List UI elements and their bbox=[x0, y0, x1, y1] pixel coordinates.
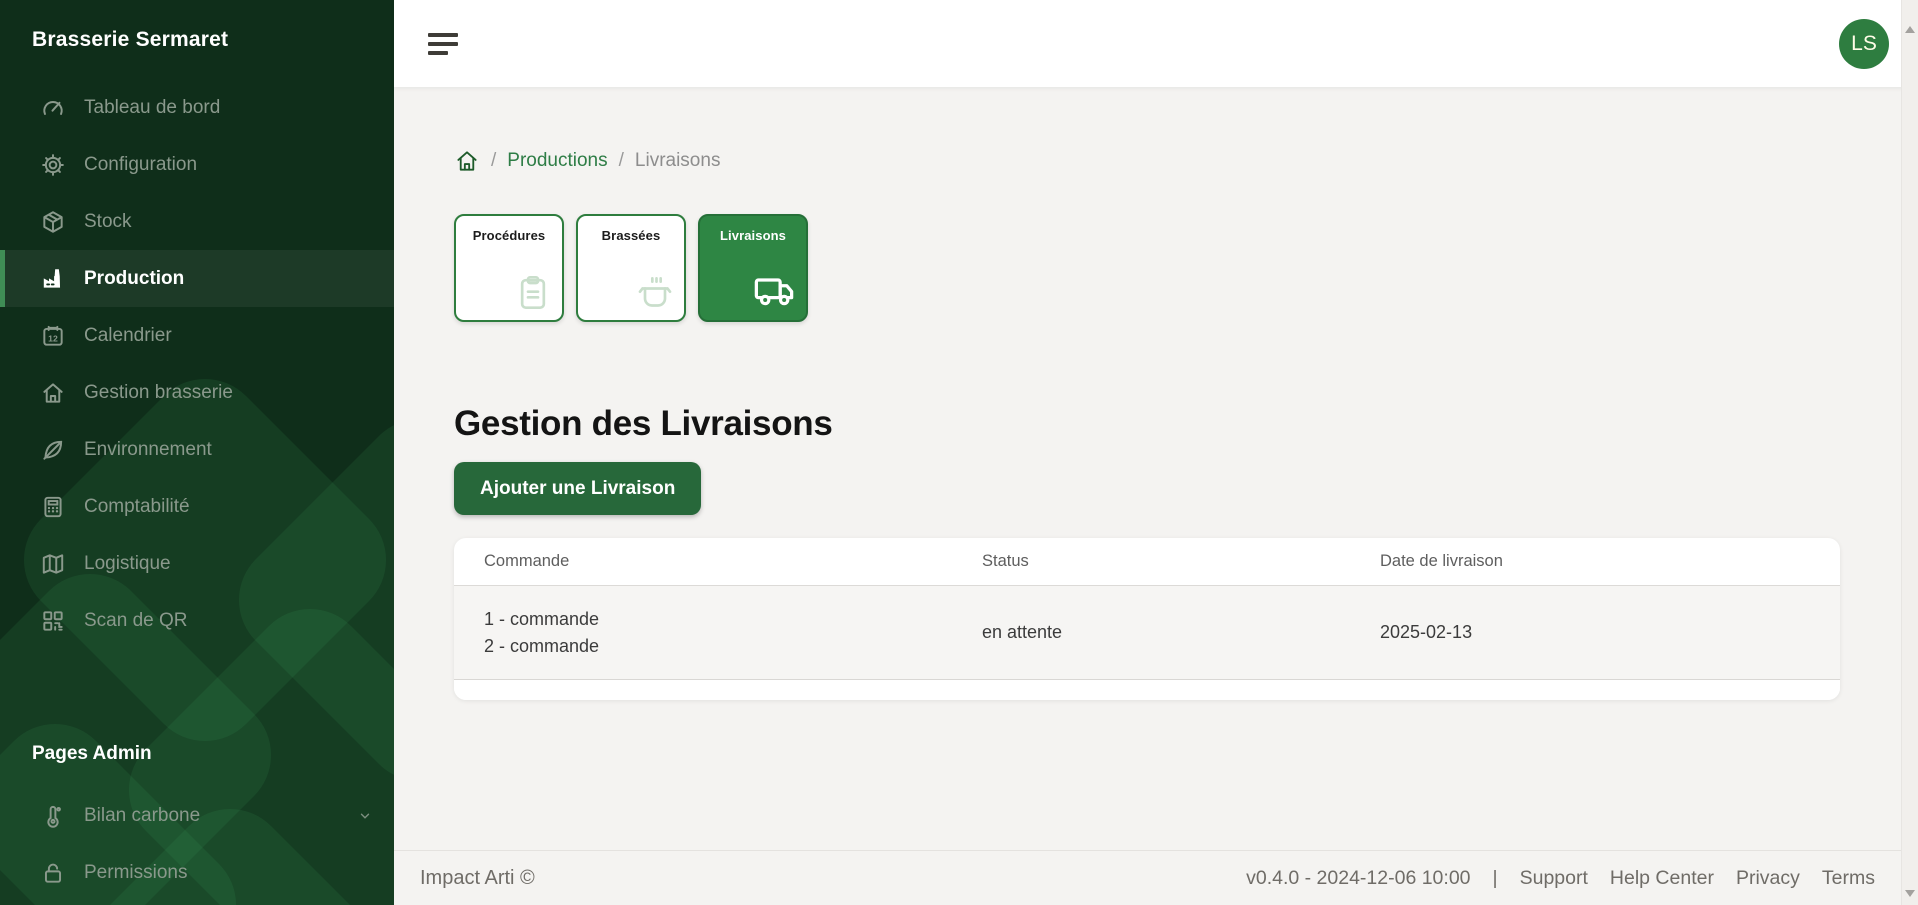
topbar: LS bbox=[394, 0, 1918, 87]
sidebar-admin-nav: Bilan carbone Permissions bbox=[0, 787, 394, 901]
page-scrollbar[interactable] bbox=[1901, 0, 1918, 905]
dashboard-icon bbox=[40, 95, 66, 121]
column-header-commande: Commande bbox=[454, 552, 982, 571]
sidebar-item-production[interactable]: Production bbox=[0, 250, 394, 307]
breadcrumb-productions[interactable]: Productions bbox=[507, 150, 607, 172]
footer-version: v0.4.0 - 2024-12-06 10:00 bbox=[1246, 867, 1470, 890]
scroll-down-icon[interactable] bbox=[1905, 890, 1915, 897]
svg-text:12: 12 bbox=[48, 333, 58, 343]
lock-icon bbox=[40, 860, 66, 886]
sidebar-item-bilan-carbone[interactable]: Bilan carbone bbox=[0, 787, 394, 844]
footer-link-support[interactable]: Support bbox=[1520, 867, 1588, 890]
commande-line: 2 - commande bbox=[484, 633, 982, 660]
leaf-icon bbox=[40, 437, 66, 463]
qr-icon bbox=[40, 608, 66, 634]
footer-separator: | bbox=[1493, 867, 1498, 890]
avatar[interactable]: LS bbox=[1839, 19, 1889, 69]
gear-icon bbox=[40, 152, 66, 178]
table-header-row: Commande Status Date de livraison bbox=[454, 538, 1840, 585]
column-header-date: Date de livraison bbox=[1380, 552, 1840, 571]
sidebar-item-label: Gestion brasserie bbox=[84, 382, 233, 404]
footer-link-privacy[interactable]: Privacy bbox=[1736, 867, 1800, 890]
factory-icon bbox=[40, 266, 66, 292]
sidebar-item-label: Comptabilité bbox=[84, 496, 190, 518]
sidebar-item-label: Permissions bbox=[84, 862, 187, 884]
sidebar-item-permissions[interactable]: Permissions bbox=[0, 844, 394, 901]
livraisons-table: Commande Status Date de livraison 1 - co… bbox=[454, 538, 1840, 700]
breadcrumb: / Productions / Livraisons bbox=[454, 148, 1840, 174]
app-title: Brasserie Sermaret bbox=[0, 0, 394, 52]
table-footer-strip bbox=[454, 680, 1840, 700]
sidebar-item-scan-de-qr[interactable]: Scan de QR bbox=[0, 592, 394, 649]
sidebar: Brasserie Sermaret Tableau de bord Con bbox=[0, 0, 394, 905]
sidebar-item-label: Bilan carbone bbox=[84, 805, 200, 827]
tab-livraisons[interactable]: Livraisons bbox=[698, 214, 808, 322]
sidebar-nav: Tableau de bord Configuration Stock bbox=[0, 79, 394, 649]
main-area: LS / Productions / Livraisons Procédures bbox=[394, 0, 1918, 905]
chevron-down-icon[interactable] bbox=[358, 809, 372, 823]
production-tabs: Procédures Brassées bbox=[454, 214, 1840, 322]
cell-status: en attente bbox=[982, 622, 1380, 643]
map-icon bbox=[40, 551, 66, 577]
table-row[interactable]: 1 - commande 2 - commande en attente 202… bbox=[454, 585, 1840, 680]
sidebar-item-label: Configuration bbox=[84, 154, 197, 176]
footer-link-help-center[interactable]: Help Center bbox=[1610, 867, 1714, 890]
sidebar-item-tableau-de-bord[interactable]: Tableau de bord bbox=[0, 79, 394, 136]
sidebar-item-gestion-brasserie[interactable]: Gestion brasserie bbox=[0, 364, 394, 421]
admin-section-title: Pages Admin bbox=[0, 743, 394, 765]
package-icon bbox=[40, 209, 66, 235]
tab-procedures[interactable]: Procédures bbox=[454, 214, 564, 322]
sidebar-item-label: Scan de QR bbox=[84, 610, 188, 632]
tab-label: Livraisons bbox=[700, 228, 806, 243]
pot-icon bbox=[635, 273, 675, 313]
tab-label: Brassées bbox=[578, 228, 684, 243]
commande-line: 1 - commande bbox=[484, 606, 982, 633]
sidebar-item-stock[interactable]: Stock bbox=[0, 193, 394, 250]
sidebar-item-calendrier[interactable]: 12 Calendrier bbox=[0, 307, 394, 364]
sidebar-item-label: Production bbox=[84, 268, 184, 290]
thermometer-icon bbox=[40, 803, 66, 829]
footer-brand: Impact Arti © bbox=[420, 867, 535, 890]
sidebar-item-configuration[interactable]: Configuration bbox=[0, 136, 394, 193]
cell-commande: 1 - commande 2 - commande bbox=[454, 606, 982, 660]
breadcrumb-separator: / bbox=[491, 150, 496, 172]
sidebar-item-label: Tableau de bord bbox=[84, 97, 220, 119]
add-livraison-button[interactable]: Ajouter une Livraison bbox=[454, 462, 701, 515]
column-header-status: Status bbox=[982, 552, 1380, 571]
scroll-up-icon[interactable] bbox=[1905, 26, 1915, 33]
page-title: Gestion des Livraisons bbox=[454, 404, 1840, 444]
sidebar-item-label: Logistique bbox=[84, 553, 171, 575]
footer-links: v0.4.0 - 2024-12-06 10:00 | Support Help… bbox=[1246, 867, 1875, 890]
cell-date: 2025-02-13 bbox=[1380, 622, 1840, 643]
sidebar-item-comptabilite[interactable]: Comptabilité bbox=[0, 478, 394, 535]
tab-label: Procédures bbox=[456, 228, 562, 243]
footer-link-terms[interactable]: Terms bbox=[1822, 867, 1875, 890]
footer: Impact Arti © v0.4.0 - 2024-12-06 10:00 … bbox=[394, 850, 1918, 905]
home-icon bbox=[40, 380, 66, 406]
breadcrumb-separator: / bbox=[619, 150, 624, 172]
calculator-icon bbox=[40, 494, 66, 520]
calendar-icon: 12 bbox=[40, 323, 66, 349]
sidebar-item-label: Calendrier bbox=[84, 325, 172, 347]
sidebar-item-logistique[interactable]: Logistique bbox=[0, 535, 394, 592]
sidebar-item-environnement[interactable]: Environnement bbox=[0, 421, 394, 478]
hamburger-icon[interactable] bbox=[424, 29, 462, 59]
clipboard-icon bbox=[513, 273, 553, 313]
truck-icon bbox=[751, 267, 797, 313]
app-root: Brasserie Sermaret Tableau de bord Con bbox=[0, 0, 1918, 905]
home-breadcrumb-icon[interactable] bbox=[454, 148, 480, 174]
sidebar-item-label: Stock bbox=[84, 211, 132, 233]
page-content: / Productions / Livraisons Procédures bbox=[394, 87, 1918, 850]
breadcrumb-livraisons: Livraisons bbox=[635, 150, 721, 172]
tab-brassees[interactable]: Brassées bbox=[576, 214, 686, 322]
sidebar-item-label: Environnement bbox=[84, 439, 212, 461]
